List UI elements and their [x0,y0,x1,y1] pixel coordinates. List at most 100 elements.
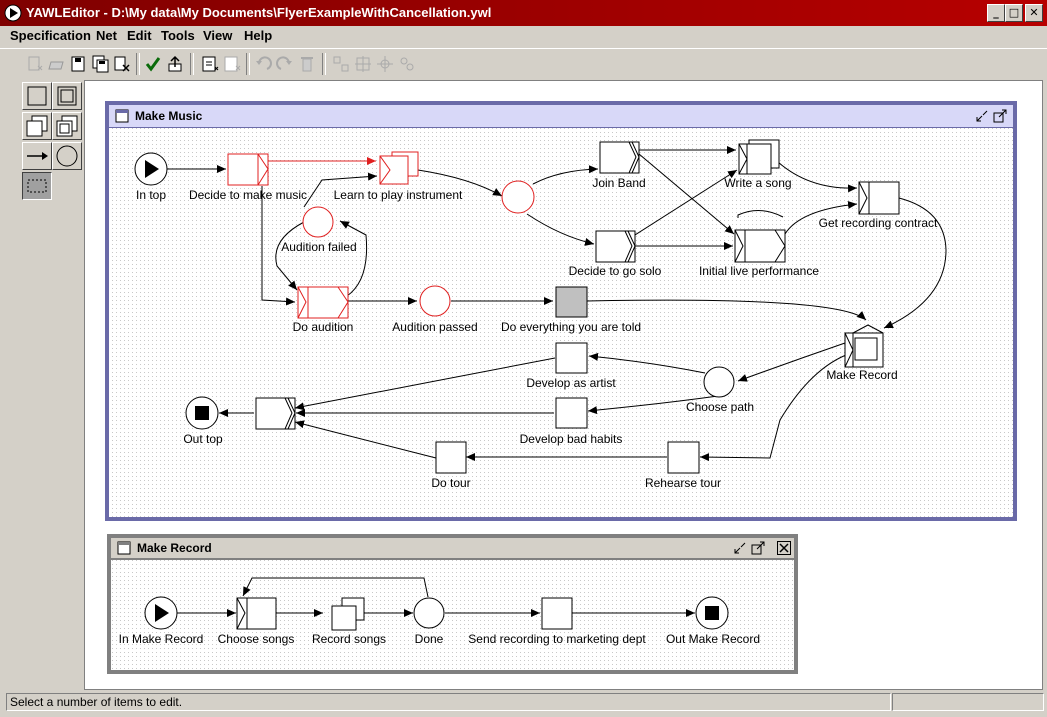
save-as-icon[interactable] [89,53,111,75]
label-decide-music: Decide to make music [189,188,307,202]
label-audition-failed: Audition failed [281,240,356,254]
label-audition-passed: Audition passed [392,320,477,334]
label-done: Done [415,632,444,646]
validate-icon[interactable] [142,53,164,75]
label-out-make-record: Out Make Record [666,632,760,646]
condition-done[interactable] [413,597,445,629]
element-palette [18,78,82,208]
maximize-frame-icon[interactable] [993,109,1007,123]
input-condition-in-top[interactable] [134,152,168,186]
task-develop-bad[interactable] [555,397,588,429]
task-choose-songs[interactable] [236,597,277,630]
condition-audition-passed[interactable] [419,285,451,317]
align-center-icon[interactable] [352,53,374,75]
condition-unnamed[interactable] [501,180,535,214]
menu-help[interactable]: Help [244,28,272,43]
remove-net-icon[interactable] [221,53,243,75]
save-icon[interactable] [67,53,89,75]
make-music-title: Make Music [135,109,203,123]
task-join-band[interactable] [599,141,640,174]
minimize-frame-icon[interactable] [975,109,989,123]
close-window-button[interactable]: ✕ [1025,4,1043,22]
task-do-tour[interactable] [435,441,467,474]
toolbar-separator [322,53,326,75]
properties-icon[interactable] [396,53,418,75]
label-do-everything: Do everything you are told [501,320,641,334]
condition-choose-path[interactable] [703,366,735,398]
atomic-task-icon[interactable] [22,82,52,110]
label-send-recording: Send recording to marketing dept [468,632,646,646]
menu-bar: Specification Net Edit Tools View Help [0,26,1047,46]
maximize-button[interactable]: □ [1005,4,1023,22]
label-write-song: Write a song [724,176,791,190]
make-record-frame: Make Record In Make Record Choose songs [107,534,798,674]
output-condition-out-make-record[interactable] [695,596,729,630]
make-music-canvas[interactable]: In top Decide to make music Learn to pla… [109,128,1013,517]
task-initial-live[interactable] [734,229,786,263]
new-spec-icon[interactable] [23,53,45,75]
multiple-composite-task-icon[interactable] [52,112,82,140]
delete-icon[interactable] [296,53,318,75]
output-condition-out-top[interactable] [185,396,219,430]
task-do-audition[interactable] [297,286,349,319]
close-frame-icon[interactable] [777,541,791,555]
multiple-atomic-task-icon[interactable] [22,112,52,140]
label-record-songs: Record songs [312,632,386,646]
label-out-top: Out top [183,432,223,446]
label-in-make-record: In Make Record [119,632,204,646]
menu-tools[interactable]: Tools [161,28,195,43]
export-icon[interactable] [164,53,186,75]
condition-icon[interactable] [52,142,82,170]
menu-net[interactable]: Net [96,28,117,43]
make-record-net: In Make Record Choose songs Record songs… [111,560,794,670]
make-record-title: Make Record [137,541,212,555]
task-do-everything[interactable] [555,286,588,318]
label-do-tour: Do tour [431,476,470,490]
open-icon[interactable] [45,53,67,75]
make-music-net: In top Decide to make music Learn to pla… [109,128,1013,517]
align-icon[interactable] [330,53,352,75]
label-choose-path: Choose path [686,400,754,414]
composite-task-icon[interactable] [52,82,82,110]
condition-audition-failed[interactable] [302,206,334,238]
menu-edit[interactable]: Edit [127,28,152,43]
redo-icon[interactable] [274,53,296,75]
net-frame-icon [117,541,131,555]
task-decide-music[interactable] [227,153,269,186]
menu-specification[interactable]: Specification [10,28,91,43]
task-rehearse-tour[interactable] [667,441,700,474]
toolbar [0,48,1047,79]
make-record-titlebar[interactable]: Make Record [111,538,794,558]
label-develop-artist: Develop as artist [526,376,616,390]
zoom-icon[interactable] [374,53,396,75]
marquee-icon[interactable] [22,172,52,200]
menu-view[interactable]: View [203,28,232,43]
make-record-canvas[interactable]: In Make Record Choose songs Record songs… [111,560,794,670]
task-get-contract[interactable] [858,181,900,215]
title-bar: YAWLEditor - D:\My data\My Documents\Fly… [0,0,1047,26]
make-music-frame: Make Music In top Decide to make music L… [105,101,1017,521]
label-join-band: Join Band [592,176,645,190]
flow-icon[interactable] [22,142,52,170]
task-develop-artist[interactable] [555,342,588,374]
minimize-button[interactable]: _ [987,4,1005,22]
label-initial-live: Initial live performance [699,264,819,278]
status-message: Select a number of items to edit. [6,693,891,711]
task-merge[interactable] [255,397,296,430]
label-in-top: In top [136,188,166,202]
label-develop-bad: Develop bad habits [520,432,623,446]
toolbar-separator [246,53,250,75]
input-condition-in-make-record[interactable] [144,596,178,630]
maximize-frame-icon[interactable] [751,541,765,555]
undo-icon[interactable] [252,53,274,75]
task-decide-solo[interactable] [595,230,636,263]
minimize-frame-icon[interactable] [733,541,747,555]
close-icon[interactable] [111,53,133,75]
add-net-icon[interactable] [199,53,221,75]
label-learn-instrument: Learn to play instrument [334,188,463,202]
label-make-record: Make Record [826,368,897,382]
label-rehearse-tour: Rehearse tour [645,476,721,490]
make-music-titlebar[interactable]: Make Music [109,105,1013,127]
net-frame-icon [115,109,129,123]
task-send-recording[interactable] [541,597,573,630]
